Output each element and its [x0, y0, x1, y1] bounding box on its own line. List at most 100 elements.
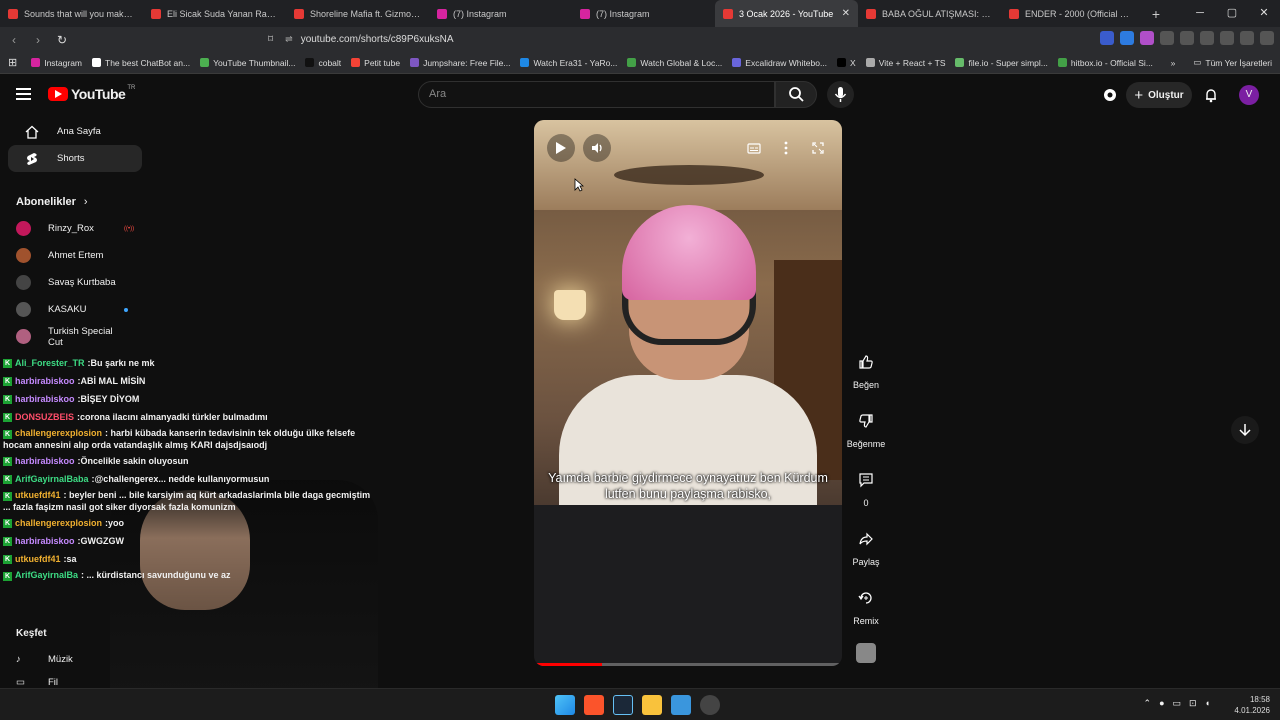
chevron-up-icon[interactable]: ⌃: [1144, 698, 1152, 709]
play-button[interactable]: [547, 134, 575, 162]
fullscreen-button[interactable]: [805, 138, 831, 158]
sidebar-item-home[interactable]: Ana Sayfa: [8, 118, 142, 145]
kick-badge-icon: K: [3, 474, 12, 484]
bookmark-item[interactable]: cobalt: [305, 58, 341, 68]
bookmark-item[interactable]: hitbox.io - Official Si...: [1057, 58, 1153, 68]
reload-button[interactable]: ↻: [52, 33, 72, 47]
sidebar-item-shorts[interactable]: Shorts: [8, 145, 142, 172]
close-tab-icon[interactable]: ✕: [842, 8, 850, 19]
video-progress-bar[interactable]: [534, 663, 842, 666]
tab-favicon-icon: [723, 8, 733, 19]
next-video-button[interactable]: [1231, 416, 1259, 444]
extension-icon[interactable]: [1180, 31, 1194, 45]
extension-icon[interactable]: [1200, 31, 1214, 45]
mute-button[interactable]: [583, 134, 611, 162]
browser-tab[interactable]: Sounds that will you make mis: [0, 0, 143, 27]
windows-taskbar: ⌃ ● ▭ ⊡ ◖ 18:58 4.01.2026: [0, 688, 1280, 720]
chat-message: Kchallengerexplosion: yoo: [3, 514, 378, 532]
new-tab-button[interactable]: +: [1144, 6, 1168, 22]
shorts-video-player[interactable]: Yaımda barbie giydirmece oynayatıuz ben …: [534, 120, 842, 666]
extension-icon[interactable]: [1100, 31, 1114, 45]
sound-thumbnail[interactable]: [856, 643, 876, 663]
subscription-item[interactable]: Turkish Special Cut: [0, 323, 150, 350]
account-avatar[interactable]: V: [1239, 85, 1259, 105]
file-explorer-icon[interactable]: [642, 695, 662, 715]
extension-icon[interactable]: [1140, 31, 1154, 45]
app-icon[interactable]: [700, 695, 720, 715]
extension-icon[interactable]: [1120, 31, 1134, 45]
music-icon[interactable]: [1220, 31, 1234, 45]
taskbar-clock[interactable]: 18:58 4.01.2026: [1234, 694, 1270, 716]
subscription-item[interactable]: Rinzy_Rox ((•)): [0, 215, 150, 242]
windows-start-icon[interactable]: [555, 695, 575, 715]
bookmark-item[interactable]: Watch Era31 - YaRo...: [520, 58, 617, 68]
microphone-icon[interactable]: ●: [1159, 698, 1164, 709]
dislike-button[interactable]: Beğenme: [846, 407, 886, 466]
channel-avatar: [16, 248, 31, 263]
subscriptions-header[interactable]: Abonelikler ›: [0, 188, 150, 215]
apps-grid-icon[interactable]: ⊞: [8, 56, 17, 69]
bookmark-item[interactable]: Jumpshare: Free File...: [410, 58, 510, 68]
bookmark-item[interactable]: X: [837, 58, 856, 68]
forward-button[interactable]: ›: [28, 33, 48, 47]
search-button[interactable]: [775, 81, 817, 108]
youtube-logo[interactable]: YouTube TR: [48, 85, 135, 102]
bookmark-item[interactable]: Watch Global & Loc...: [627, 58, 722, 68]
subscription-item[interactable]: Savaş Kurtbaba: [0, 269, 150, 296]
notifications-bell-icon[interactable]: [1203, 87, 1219, 103]
share-button[interactable]: Paylaş: [846, 525, 886, 584]
menu-icon[interactable]: [16, 88, 31, 100]
create-button[interactable]: + Oluştur: [1126, 82, 1192, 108]
minimize-button[interactable]: ─: [1184, 0, 1216, 27]
like-button[interactable]: Beğen: [846, 348, 886, 407]
more-options-button[interactable]: [773, 138, 799, 158]
close-window-button[interactable]: ✕: [1248, 0, 1280, 27]
voice-search-button[interactable]: [827, 81, 854, 108]
browser-tab[interactable]: 3 Ocak 2026 - YouTube ✕: [715, 0, 858, 27]
studio-icon[interactable]: [1102, 87, 1118, 103]
bookmark-favicon-icon: [1057, 58, 1067, 67]
bookmark-icon[interactable]: ⌑: [268, 34, 273, 45]
chat-message: K Ali_Forester_TR: Bu şarkı ne mk: [3, 354, 378, 372]
bookmark-item[interactable]: Vite + React + TS: [865, 58, 945, 68]
bookmark-item[interactable]: Petit tube: [351, 58, 400, 68]
site-info-icon[interactable]: ⇌: [285, 34, 293, 45]
tab-title: Eli Sicak Suda Yanan Rapçi Kız: [167, 8, 278, 19]
back-button[interactable]: ‹: [4, 33, 24, 47]
subscription-item[interactable]: Ahmet Ertem: [0, 242, 150, 269]
brave-browser-icon[interactable]: [584, 695, 604, 715]
comments-button[interactable]: 0: [846, 466, 886, 525]
chat-message: Kharbirabiskoo: ABİ MAL MİSİN: [3, 372, 378, 390]
browser-tab[interactable]: (7) Instagram: [572, 0, 715, 27]
browser-tab[interactable]: ENDER - 2000 (Official Music V: [1001, 0, 1144, 27]
bookmark-item[interactable]: file.io - Super simpl...: [955, 58, 1048, 68]
bookmark-item[interactable]: Instagram: [31, 58, 82, 68]
browser-tab[interactable]: (7) Instagram: [429, 0, 572, 27]
bookmark-item[interactable]: The best ChatBot an...: [92, 58, 190, 68]
bookmarks-overflow-icon[interactable]: »: [1171, 58, 1176, 68]
all-bookmarks-label[interactable]: Tüm Yer İşaretleri: [1205, 58, 1272, 68]
kick-badge-icon: K: [3, 412, 12, 422]
film-icon: ▭: [16, 676, 25, 688]
display-icon[interactable]: ▭: [1173, 698, 1182, 709]
network-icon[interactable]: ⊡: [1189, 698, 1197, 709]
steam-icon[interactable]: [613, 695, 633, 715]
shield-icon[interactable]: [1240, 31, 1254, 45]
home-icon: [25, 125, 39, 139]
store-icon[interactable]: [671, 695, 691, 715]
subscription-item[interactable]: KASAKU: [0, 296, 150, 323]
url-field[interactable]: ⌑ ⇌ youtube.com/shorts/c89P6xuksNA: [268, 31, 988, 48]
browser-tab[interactable]: Eli Sicak Suda Yanan Rapçi Kız: [143, 0, 286, 27]
captions-button[interactable]: [741, 138, 767, 158]
volume-icon[interactable]: ◖: [1205, 698, 1210, 709]
browser-tab[interactable]: Shoreline Mafia ft. Gizmo - Do: [286, 0, 429, 27]
menu-icon[interactable]: [1260, 31, 1274, 45]
browser-tab[interactable]: BABA OĞUL ATIŞMASI: Neşet E: [858, 0, 1001, 27]
bookmark-item[interactable]: Excalidraw Whitebo...: [732, 58, 827, 68]
maximize-button[interactable]: ▢: [1216, 0, 1248, 27]
bookmark-item[interactable]: YouTube Thumbnail...: [200, 58, 295, 68]
video-laptop: [534, 505, 842, 666]
search-input[interactable]: [429, 88, 729, 100]
extension-icon[interactable]: [1160, 31, 1174, 45]
remix-button[interactable]: Remix: [846, 584, 886, 643]
